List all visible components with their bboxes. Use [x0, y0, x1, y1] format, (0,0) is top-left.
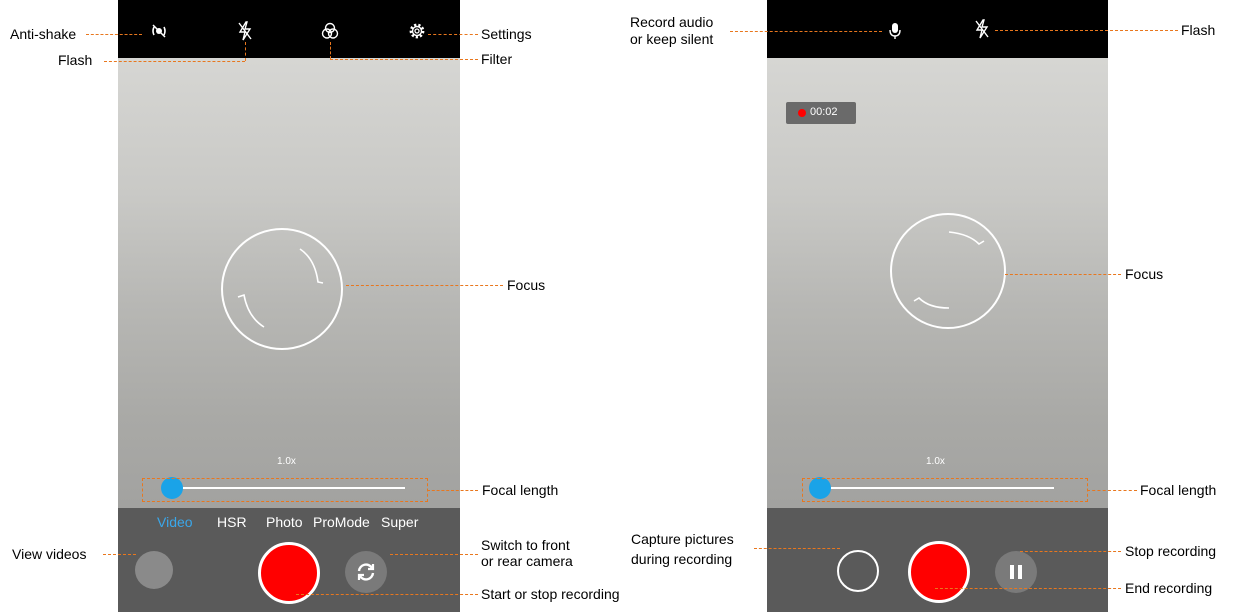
label-filter: Filter [481, 51, 513, 67]
label-capture-line1: Capture pictures [631, 531, 734, 547]
leader-stop-recording [1020, 551, 1121, 552]
switch-camera-icon [357, 563, 375, 581]
timer-text: 00:02 [810, 106, 838, 118]
mode-photo[interactable]: Photo [266, 514, 303, 530]
pause-icon [1010, 565, 1022, 579]
label-stop-recording: Stop recording [1125, 543, 1217, 559]
recording-dot [798, 109, 806, 117]
label-capture-line2: during recording [631, 551, 733, 567]
label-flash-left: Flash [58, 52, 93, 68]
leader-anti-shake [86, 34, 142, 35]
mode-video[interactable]: Video [157, 514, 193, 530]
label-focal-length-left: Focal length [482, 482, 559, 498]
switch-camera-button[interactable] [345, 551, 387, 593]
leader-view-videos [103, 554, 136, 555]
mode-hsr[interactable]: HSR [217, 514, 247, 530]
stop-recording-button[interactable] [995, 551, 1037, 593]
leader-focus-left [346, 285, 503, 286]
view-videos-thumbnail[interactable] [135, 551, 173, 589]
top-toolbar [118, 0, 460, 58]
zoom-level: 1.0x [926, 456, 945, 467]
leader-filter [330, 59, 478, 60]
leader-flash-left-vertical [245, 42, 246, 61]
label-focus-right: Focus [1125, 266, 1164, 282]
leader-flash-right [995, 30, 1178, 31]
leader-focus-right [1005, 274, 1121, 275]
focal-length-highlight-left [142, 478, 428, 502]
top-toolbar [767, 0, 1108, 58]
leader-focal-length-left [427, 490, 478, 491]
anti-shake-icon[interactable] [150, 24, 168, 38]
end-recording-button[interactable] [908, 541, 970, 603]
label-focal-length-right: Focal length [1140, 482, 1217, 498]
filter-icon[interactable] [321, 22, 339, 40]
label-focus-left: Focus [507, 277, 546, 293]
leader-end-recording [935, 588, 1121, 589]
label-settings: Settings [481, 26, 532, 42]
flash-off-icon[interactable] [974, 19, 990, 39]
recording-timer: 00:02 [786, 102, 856, 124]
label-switch-camera-line2: or rear camera [481, 553, 573, 569]
leader-record-audio [730, 31, 882, 32]
focal-length-highlight-right [802, 478, 1088, 502]
microphone-icon[interactable] [889, 22, 901, 40]
label-record-audio-line1: Record audio [630, 14, 714, 30]
flash-off-icon[interactable] [237, 21, 253, 41]
leader-start-stop [296, 594, 478, 595]
focus-ring[interactable] [220, 227, 344, 351]
leader-capture [754, 548, 840, 549]
mode-super[interactable]: Super [381, 514, 418, 530]
zoom-level: 1.0x [277, 456, 296, 467]
leader-flash-left [104, 61, 245, 62]
label-record-audio-line2: or keep silent [630, 31, 714, 47]
focus-ring[interactable] [889, 212, 1007, 330]
capture-picture-button[interactable] [837, 550, 879, 592]
leader-filter-vertical [330, 42, 331, 59]
label-flash-right: Flash [1181, 22, 1216, 38]
label-switch-camera-line1: Switch to front [481, 537, 570, 553]
leader-focal-length-right [1087, 490, 1137, 491]
leader-switch-camera [390, 554, 478, 555]
left-camera-screen: 1.0x Video HSR Photo ProMode Super [118, 0, 460, 612]
label-start-stop-recording: Start or stop recording [481, 586, 620, 602]
label-anti-shake: Anti-shake [10, 26, 77, 42]
mode-promode[interactable]: ProMode [313, 514, 370, 530]
leader-settings [428, 34, 478, 35]
label-view-videos: View videos [12, 546, 87, 562]
label-end-recording: End recording [1125, 580, 1213, 596]
settings-gear-icon[interactable] [408, 22, 426, 40]
right-camera-screen: 00:02 1.0x [767, 0, 1108, 612]
